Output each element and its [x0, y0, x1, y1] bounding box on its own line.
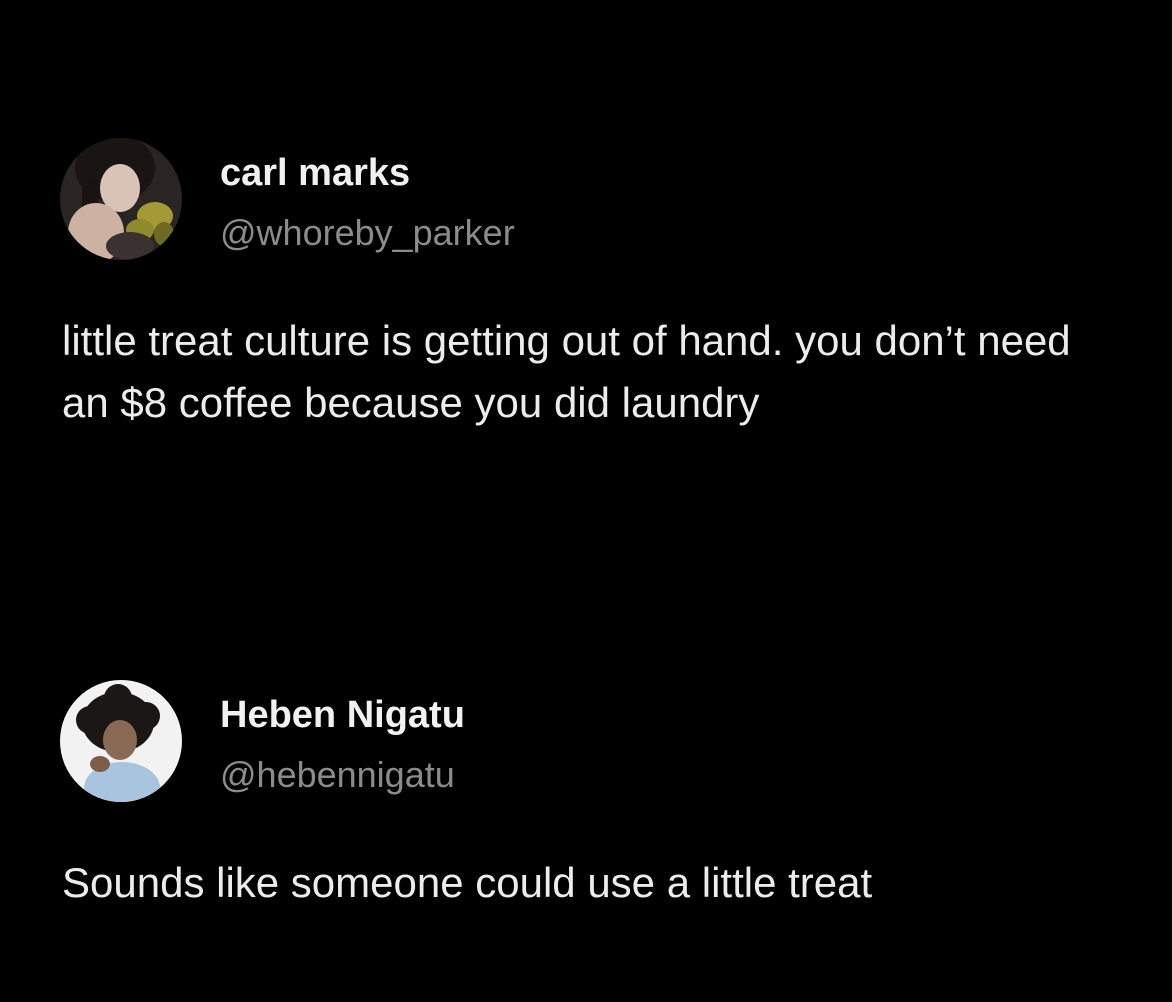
profile-photo-icon: [60, 138, 182, 260]
user-handle[interactable]: @whoreby_parker: [220, 212, 515, 254]
tweet-header: Heben Nigatu @hebennigatu: [0, 680, 1172, 810]
user-handle[interactable]: @hebennigatu: [220, 754, 455, 796]
tweet-original: carl marks @whoreby_parker little treat …: [0, 138, 1172, 426]
avatar[interactable]: [60, 138, 182, 260]
tweet-text: Sounds like someone could use a little t…: [62, 859, 873, 906]
tweet-reply: Heben Nigatu @hebennigatu Sounds like so…: [0, 680, 1172, 906]
avatar[interactable]: [60, 680, 182, 802]
tweet-header: carl marks @whoreby_parker: [0, 138, 1172, 268]
display-name[interactable]: Heben Nigatu: [220, 694, 465, 737]
profile-photo-icon: [60, 680, 182, 802]
tweet-text: little treat culture is getting out of h…: [62, 317, 1071, 426]
display-name[interactable]: carl marks: [220, 152, 410, 195]
